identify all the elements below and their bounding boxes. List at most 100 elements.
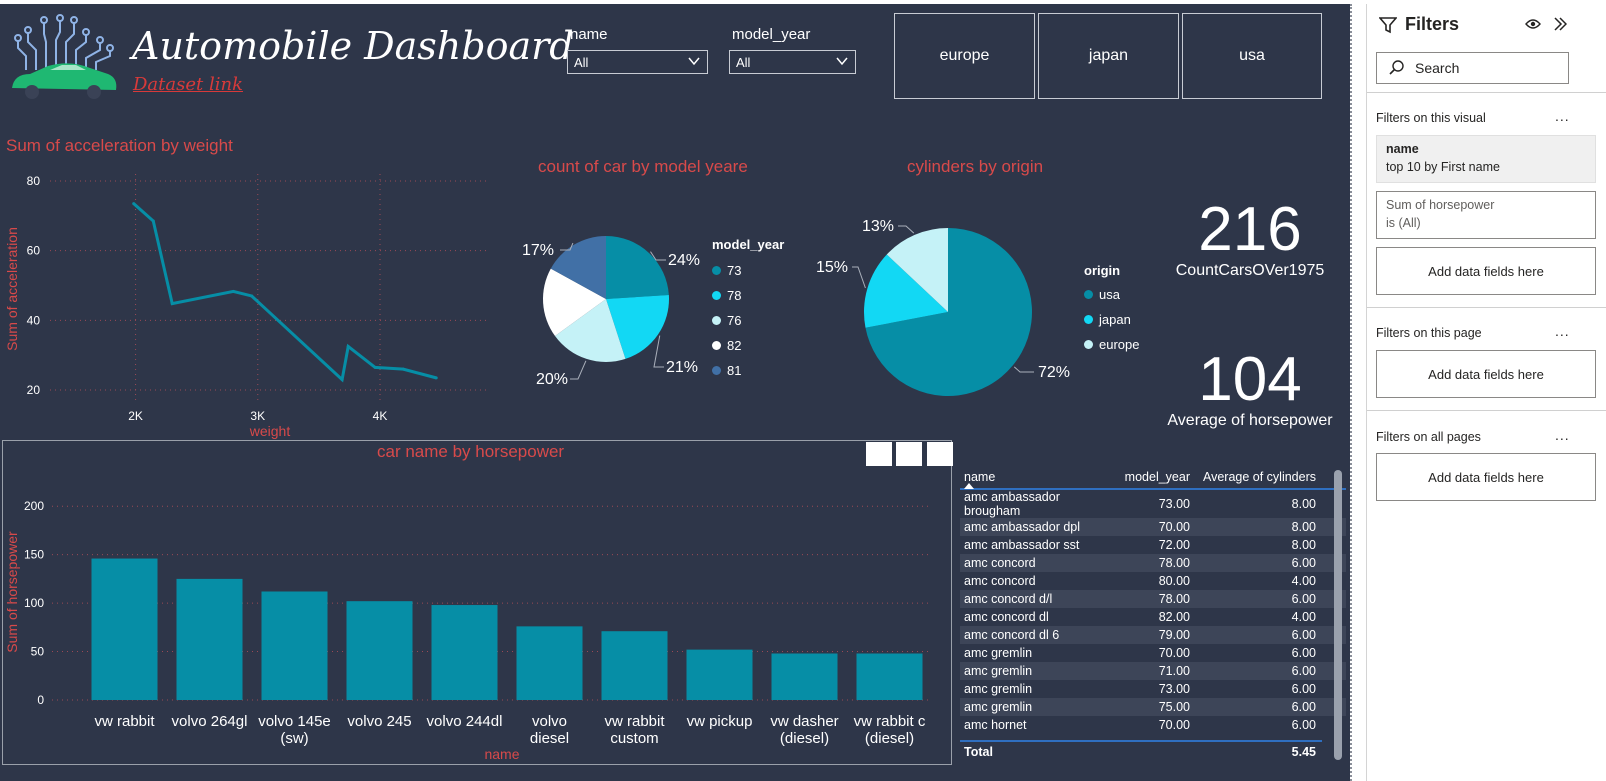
- cars-table[interactable]: name model_year Average of cylinders amc…: [960, 466, 1346, 766]
- bar[interactable]: [516, 626, 583, 700]
- legend-item-78[interactable]: 78: [712, 283, 812, 308]
- col-model-year-header[interactable]: model_year: [1110, 470, 1190, 484]
- acceleration-line-chart[interactable]: 20 40 60 80 2K 3K 4K weight Sum of acceleration: [0, 154, 500, 439]
- x-axis-title: weight: [249, 423, 291, 439]
- dataset-link[interactable]: Dataset link: [133, 74, 243, 95]
- add-fields-page[interactable]: Add data fields here: [1376, 350, 1596, 398]
- car-logo-icon: [12, 14, 117, 99]
- add-fields-all[interactable]: Add data fields here: [1376, 453, 1596, 501]
- acceleration-series-line[interactable]: [132, 202, 437, 383]
- tile-usa[interactable]: usa: [1182, 13, 1322, 99]
- bar[interactable]: [91, 558, 158, 700]
- bar[interactable]: [176, 578, 243, 700]
- filter-card-name[interactable]: name top 10 by First name: [1376, 135, 1596, 183]
- legend-item-73[interactable]: 73: [712, 258, 812, 283]
- table-row[interactable]: amc gremlin 75.00 6.00: [960, 698, 1346, 716]
- line-data-point[interactable]: [373, 365, 377, 369]
- line-data-point[interactable]: [250, 294, 254, 298]
- section-visual-more[interactable]: ...: [1555, 108, 1570, 124]
- x-category-label: vw dasher: [770, 713, 838, 730]
- legend-item-usa[interactable]: usa: [1084, 282, 1174, 307]
- pie-data-label: 15%: [816, 259, 848, 276]
- bar[interactable]: [261, 591, 328, 700]
- table-row[interactable]: amc ambassador sst 72.00 8.00: [960, 536, 1346, 554]
- table-row[interactable]: amc gremlin 70.00 6.00: [960, 644, 1346, 662]
- y-tick-label: 200: [24, 499, 44, 513]
- bar[interactable]: [856, 653, 923, 700]
- table-row[interactable]: amc gremlin 71.00 6.00: [960, 662, 1346, 680]
- legend-label: 78: [727, 288, 742, 303]
- legend-item-76[interactable]: 76: [712, 308, 812, 333]
- horsepower-bar-chart[interactable]: 0 50 100 150 200 vw rabbit volvo 264gl volvo 14…: [2, 462, 948, 762]
- bar[interactable]: [346, 601, 413, 700]
- table-row[interactable]: amc concord d/l 78.00 6.00: [960, 590, 1346, 608]
- tile-europe[interactable]: europe: [894, 13, 1035, 99]
- total-label: Total: [964, 745, 993, 759]
- line-data-point[interactable]: [340, 378, 344, 382]
- pie-leader-line: [570, 360, 587, 380]
- model-year-slicer-label: model_year: [732, 26, 811, 43]
- tile-japan[interactable]: japan: [1038, 13, 1179, 99]
- legend-title: model_year: [712, 237, 785, 252]
- line-data-point[interactable]: [434, 376, 438, 380]
- cell-name: amc ambassador brougham: [964, 490, 1060, 518]
- y-tick-label: 60: [27, 244, 41, 258]
- table-row[interactable]: amc gremlin 73.00 6.00: [960, 680, 1346, 698]
- cell-model-year: 75.00: [1158, 700, 1190, 714]
- section-all-more[interactable]: ...: [1555, 427, 1570, 443]
- col-name-header[interactable]: name: [960, 470, 1110, 484]
- table-body: amc ambassador brougham 73.00 8.00 amc amba…: [960, 490, 1346, 734]
- bar[interactable]: [686, 649, 753, 700]
- collapse-pane-icon[interactable]: [1553, 16, 1567, 32]
- table-row[interactable]: amc concord 78.00 6.00: [960, 554, 1346, 572]
- pie-slice-73[interactable]: [606, 236, 669, 299]
- filter-card-hp-sub: is (All): [1386, 216, 1421, 230]
- origin-pie-chart[interactable]: 72% 15% 13%: [800, 204, 1090, 404]
- table-row[interactable]: amc ambassador dpl 70.00 8.00: [960, 518, 1346, 536]
- legend-item-81[interactable]: 81: [712, 358, 812, 383]
- table-row[interactable]: amc ambassador brougham 73.00 8.00: [960, 490, 1346, 518]
- sort-ascending-icon: [964, 483, 974, 489]
- legend-item-82[interactable]: 82: [712, 333, 812, 358]
- col-cylinders-header[interactable]: Average of cylinders: [1190, 470, 1320, 484]
- cell-cylinders: 6.00: [1291, 664, 1316, 678]
- add-fields-visual[interactable]: Add data fields here: [1376, 247, 1596, 295]
- pie-leader-line: [1013, 366, 1034, 373]
- cell-name: amc concord: [964, 574, 1036, 588]
- y-tick-label: 50: [31, 645, 45, 659]
- legend-label: europe: [1099, 337, 1140, 352]
- legend-item-japan[interactable]: japan: [1084, 307, 1174, 332]
- bar[interactable]: [431, 605, 498, 700]
- y-tick-label: 150: [24, 548, 44, 562]
- bar[interactable]: [771, 653, 838, 700]
- filter-card-horsepower[interactable]: Sum of horsepower is (All): [1376, 191, 1596, 239]
- section-filters-visual: Filters on this visual: [1376, 111, 1486, 125]
- legend-label: 76: [727, 313, 742, 328]
- table-total-row: Total 5.45: [960, 740, 1322, 762]
- table-scrollbar[interactable]: [1334, 470, 1342, 760]
- cell-name: amc gremlin: [964, 646, 1033, 660]
- bar[interactable]: [601, 631, 668, 700]
- line-data-point[interactable]: [346, 345, 350, 348]
- chevron-down-icon: [688, 57, 700, 66]
- pie-data-label: 20%: [536, 371, 568, 388]
- eye-icon[interactable]: [1525, 18, 1541, 30]
- cell-name: amc ambassador dpl: [964, 520, 1081, 534]
- model-year-slicer-dropdown[interactable]: All: [729, 50, 856, 74]
- line-data-point[interactable]: [132, 202, 136, 206]
- filters-search-input[interactable]: Search: [1376, 52, 1569, 84]
- table-row[interactable]: amc concord dl 6 79.00 6.00: [960, 626, 1346, 644]
- table-row[interactable]: amc hornet 70.00 6.00: [960, 716, 1346, 734]
- line-data-point[interactable]: [170, 302, 174, 306]
- table-row[interactable]: amc concord dl 82.00 4.00: [960, 608, 1346, 626]
- cell-model-year: 70.00: [1158, 646, 1190, 660]
- model-year-pie-chart[interactable]: 24% 21% 20% 17%: [510, 219, 710, 399]
- line-data-point[interactable]: [151, 219, 155, 223]
- line-data-point[interactable]: [231, 289, 235, 293]
- table-row[interactable]: amc concord 80.00 4.00: [960, 572, 1346, 590]
- legend-label: 73: [727, 263, 742, 278]
- section-page-more[interactable]: ...: [1555, 323, 1570, 339]
- name-slicer-dropdown[interactable]: All: [567, 50, 708, 74]
- search-icon: [1389, 60, 1404, 75]
- line-data-point[interactable]: [401, 367, 405, 371]
